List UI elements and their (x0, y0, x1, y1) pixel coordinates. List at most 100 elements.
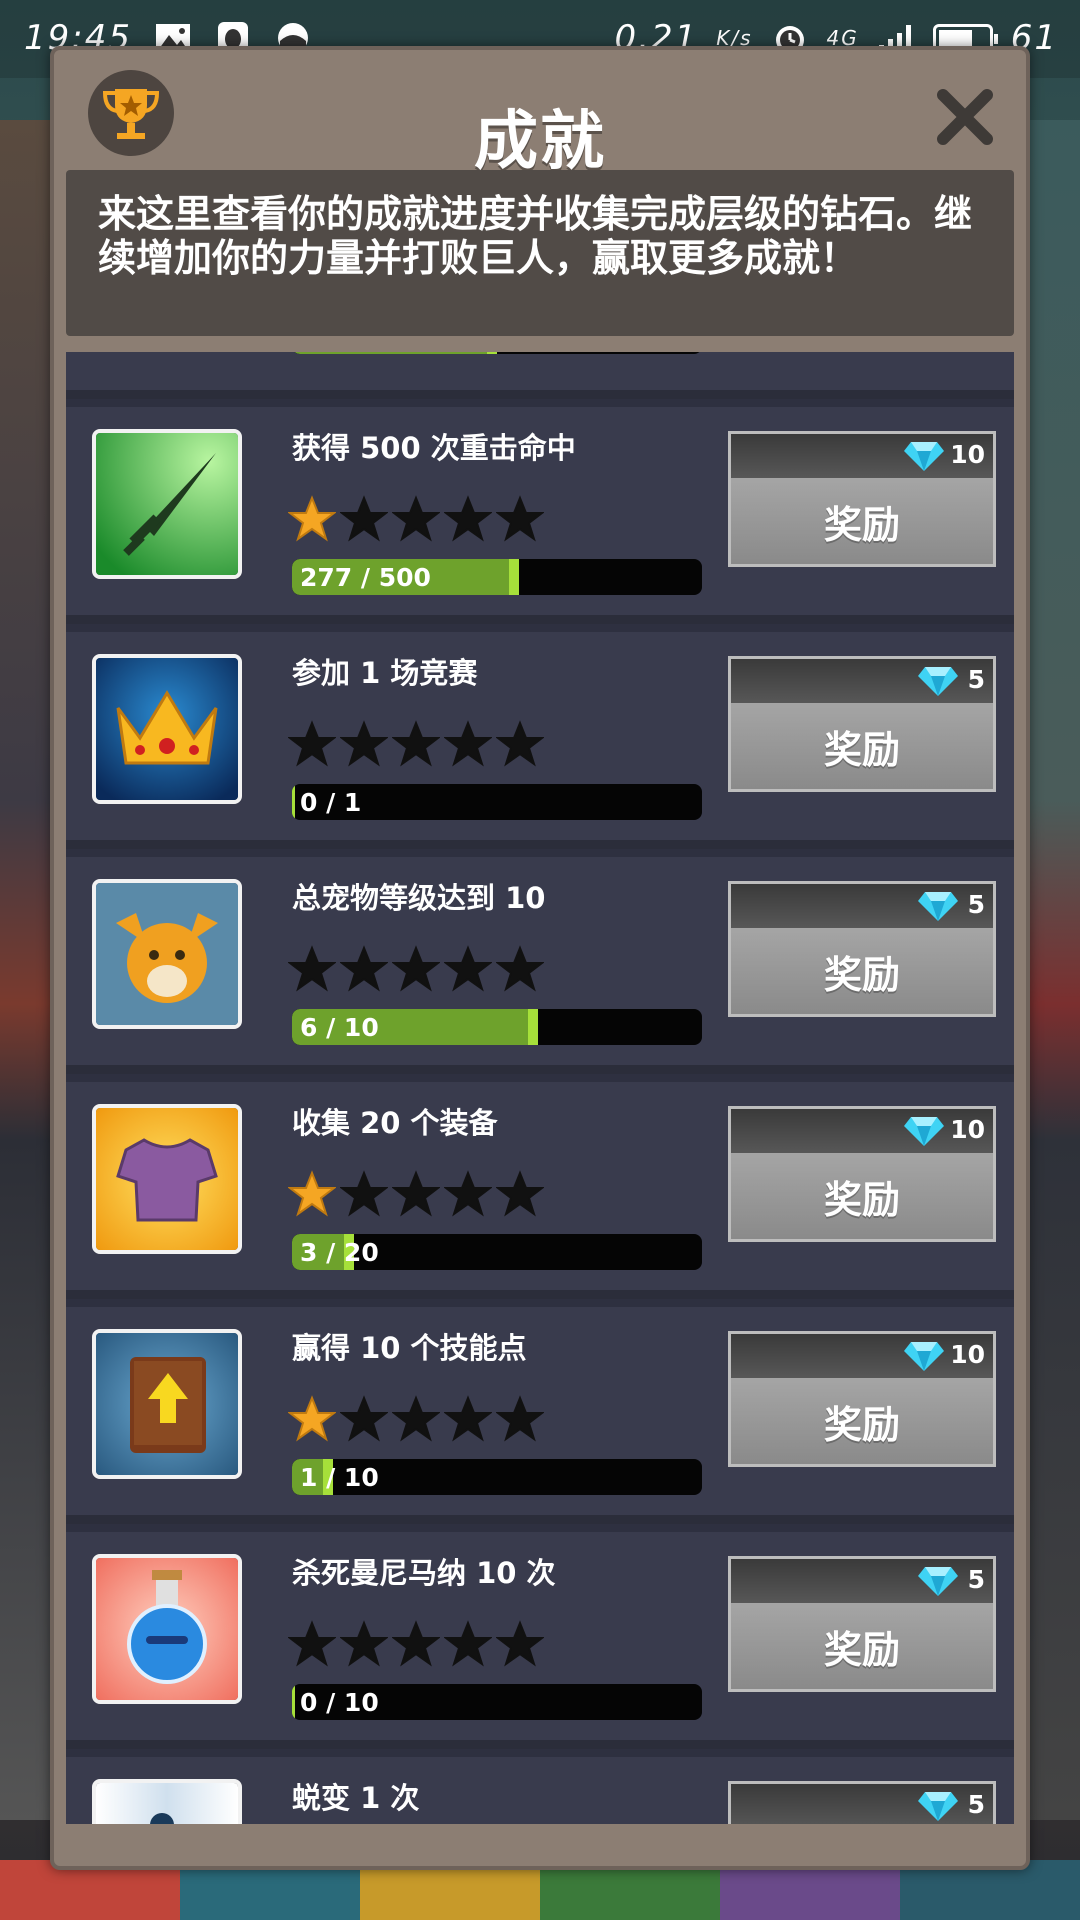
achievement-title: 赢得 10 个技能点 (292, 1331, 527, 1365)
claim-reward-button[interactable]: 奖励 (731, 1603, 993, 1689)
star-rating (287, 1620, 545, 1672)
progress-fill (292, 784, 295, 820)
page-title: 成就 (474, 105, 606, 179)
reward-amount: 5 (967, 890, 985, 919)
background-right (1025, 120, 1080, 1820)
book-icon (92, 1329, 242, 1479)
achievement-row: 蜕变 1 次 5奖励 (66, 1749, 1014, 1824)
progress-bar: 1 / 10 (292, 1459, 702, 1495)
star-empty-icon (391, 495, 441, 547)
crown-icon (92, 654, 242, 804)
progress-text: 0 / 1 (300, 788, 362, 817)
achievement-title: 收集 20 个装备 (292, 1106, 498, 1140)
star-empty-icon (339, 1620, 389, 1672)
star-empty-icon (287, 945, 337, 997)
star-empty-icon (443, 495, 493, 547)
achievements-panel: 成就 来这里查看你的成就进度并收集完成层级的钻石。继续增加你的力量并打败巨人，赢… (50, 46, 1030, 1870)
progress-bar: 80 / 150 (292, 352, 702, 354)
achievement-title: 杀死曼尼马纳 10 次 (292, 1556, 556, 1590)
progress-text: 6 / 10 (300, 1013, 379, 1042)
shirt-icon (92, 1104, 242, 1254)
star-empty-icon (495, 1620, 545, 1672)
reward-amount-bar: 10 (731, 434, 993, 478)
star-empty-icon (391, 1620, 441, 1672)
star-empty-icon (495, 945, 545, 997)
close-icon (937, 89, 993, 145)
diamond-icon (917, 890, 959, 922)
star-empty-icon (495, 720, 545, 772)
reward-amount-bar: 10 (731, 1109, 993, 1153)
claim-reward-button[interactable]: 奖励 (731, 703, 993, 789)
star-filled-icon (287, 1170, 337, 1222)
progress-text: 277 / 500 (300, 563, 431, 592)
star-empty-icon (391, 1395, 441, 1447)
star-empty-icon (339, 495, 389, 547)
diamond-icon (903, 1115, 945, 1147)
star-empty-icon (443, 945, 493, 997)
potion-icon (92, 1554, 242, 1704)
claim-reward-button[interactable]: 奖励 (731, 1378, 993, 1464)
achievement-list[interactable]: 80 / 150获得 500 次重击命中277 / 50010奖励参加 1 场竞… (66, 352, 1014, 1824)
reward-box: 5奖励 (728, 656, 996, 792)
star-empty-icon (391, 720, 441, 772)
star-empty-icon (495, 1170, 545, 1222)
star-rating (287, 1395, 545, 1447)
diamond-icon (903, 1340, 945, 1372)
star-empty-icon (339, 1170, 389, 1222)
star-filled-icon (287, 495, 337, 547)
star-empty-icon (339, 720, 389, 772)
reward-amount: 10 (950, 1340, 985, 1369)
reward-amount: 10 (950, 1115, 985, 1144)
star-empty-icon (443, 1170, 493, 1222)
progress-text: 0 / 10 (300, 1688, 379, 1717)
progress-bar: 0 / 1 (292, 784, 702, 820)
star-empty-icon (391, 1170, 441, 1222)
star-rating (287, 1170, 545, 1222)
reward-amount-bar: 5 (731, 884, 993, 928)
reward-amount-bar: 5 (731, 659, 993, 703)
star-empty-icon (443, 1395, 493, 1447)
star-rating (287, 945, 545, 997)
claim-reward-button[interactable]: 奖励 (731, 478, 993, 564)
star-empty-icon (495, 495, 545, 547)
reward-amount-bar: 5 (731, 1784, 993, 1824)
achievement-row: 获得 500 次重击命中 277 / 500 10 奖励 (66, 399, 1014, 615)
reward-box: 5奖励 (728, 1781, 996, 1824)
diamond-icon (917, 1565, 959, 1597)
reward-amount-bar: 5 (731, 1559, 993, 1603)
progress-text: 3 / 20 (300, 1238, 379, 1267)
achievement-title: 参加 1 场竞赛 (292, 656, 478, 690)
pet-icon (92, 879, 242, 1029)
achievement-row: 赢得 10 个技能点 1 / 10 10 奖励 (66, 1299, 1014, 1515)
progress-fill (292, 1684, 295, 1720)
star-empty-icon (339, 1395, 389, 1447)
reward-box: 5奖励 (728, 1556, 996, 1692)
reward-amount-bar: 10 (731, 1334, 993, 1378)
description-text: 来这里查看你的成就进度并收集完成层级的钻石。继续增加你的力量并打败巨人，赢取更多… (98, 192, 973, 280)
claim-reward-button[interactable]: 奖励 (731, 1153, 993, 1239)
background-left (0, 120, 55, 1820)
progress-bar: 6 / 10 (292, 1009, 702, 1045)
star-empty-icon (495, 1395, 545, 1447)
progress-text: 1 / 10 (300, 1463, 379, 1492)
progress-bar: 277 / 500 (292, 559, 702, 595)
claim-reward-button[interactable]: 奖励 (731, 928, 993, 1014)
star-empty-icon (443, 720, 493, 772)
star-empty-icon (391, 945, 441, 997)
progress-bar: 3 / 20 (292, 1234, 702, 1270)
reward-box: 10 奖励 (728, 431, 996, 567)
star-filled-icon (287, 1395, 337, 1447)
achievement-row: 总宠物等级达到 10 6 / 10 5 奖励 (66, 849, 1014, 1065)
diamond-icon (917, 665, 959, 697)
silhouette-icon (92, 1779, 242, 1824)
progress-fill (292, 352, 497, 354)
star-rating (287, 720, 545, 772)
star-rating (287, 495, 545, 547)
close-button[interactable] (934, 86, 996, 148)
achievement-row: 80 / 150 (66, 352, 1014, 390)
star-empty-icon (287, 720, 337, 772)
achievement-title: 总宠物等级达到 10 (292, 881, 546, 915)
achievement-row: 杀死曼尼马纳 10 次 0 / 10 5 奖励 (66, 1524, 1014, 1740)
description-box: 来这里查看你的成就进度并收集完成层级的钻石。继续增加你的力量并打败巨人，赢取更多… (66, 170, 1014, 336)
reward-amount: 5 (967, 1790, 985, 1819)
